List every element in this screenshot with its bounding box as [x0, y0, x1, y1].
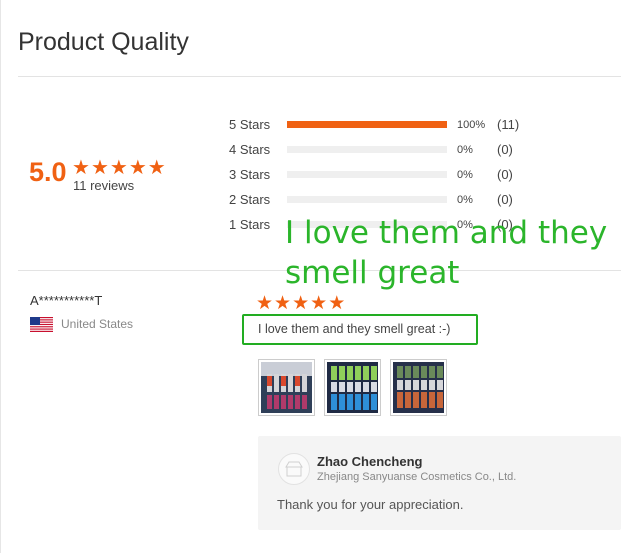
histogram-count: (11): [497, 117, 520, 132]
histogram-percent: 0%: [457, 169, 473, 181]
seller-company: Zhejiang Sanyuanse Cosmetics Co., Ltd.: [317, 471, 517, 483]
star-icon: ★: [147, 157, 166, 179]
reply-text: Thank you for your appreciation.: [277, 497, 464, 512]
section-title: Product Quality: [18, 28, 189, 56]
histogram-label: 2 Stars: [229, 192, 271, 207]
review-text: I love them and they smell great :-): [258, 322, 451, 336]
histogram-bar: [287, 196, 447, 203]
star-icon: ★: [328, 293, 346, 314]
star-icon: ★: [72, 157, 90, 179]
star-icon: ★: [90, 157, 109, 179]
star-icon: ★: [310, 293, 328, 314]
histogram-bar: [287, 171, 447, 178]
reviewer-name: A***********T: [30, 293, 103, 308]
review-photo[interactable]: [324, 359, 381, 416]
review-photo[interactable]: [390, 359, 447, 416]
divider: [18, 76, 621, 77]
histogram-row[interactable]: 2 Stars 0% (0): [229, 192, 549, 208]
histogram-label: 4 Stars: [229, 142, 271, 157]
review-text-highlight: I love them and they smell great :-): [242, 314, 478, 345]
histogram-percent: 0%: [457, 144, 473, 156]
histogram-row[interactable]: 3 Stars 0% (0): [229, 167, 549, 183]
reviewer-country: United States: [61, 317, 134, 331]
lip-gloss-photo: [327, 362, 378, 413]
summary-star-rating: ★ ★ ★ ★ ★: [72, 155, 166, 180]
histogram-count: (0): [497, 192, 513, 207]
overlay-caption: I love them and they smell great: [285, 215, 608, 291]
review-photo[interactable]: [258, 359, 315, 416]
star-icon: ★: [109, 157, 128, 179]
histogram-row[interactable]: 5 Stars 100% (11): [229, 117, 549, 133]
histogram-fill: [287, 121, 447, 128]
histogram-label: 3 Stars: [229, 167, 271, 182]
review-star-rating: ★ ★ ★ ★ ★: [256, 292, 345, 315]
reviews-count: 11 reviews: [73, 178, 135, 193]
histogram-label: 1 Stars: [229, 217, 271, 232]
seller-reply: Zhao Chencheng Zhejiang Sanyuanse Cosmet…: [258, 436, 621, 530]
histogram-count: (0): [497, 167, 513, 182]
lip-gloss-photo: [261, 362, 312, 413]
star-icon: ★: [292, 293, 310, 314]
seller-name: Zhao Chencheng: [317, 454, 423, 469]
seller-logo-icon: [278, 453, 310, 485]
histogram-bar: [287, 121, 447, 128]
left-border: [0, 0, 1, 553]
star-icon: ★: [274, 293, 292, 314]
lip-gloss-photo: [393, 362, 444, 413]
store-icon: [285, 461, 303, 477]
star-icon: ★: [128, 157, 147, 179]
histogram-row[interactable]: 4 Stars 0% (0): [229, 142, 549, 158]
histogram-count: (0): [497, 142, 513, 157]
histogram-bar: [287, 146, 447, 153]
us-flag-icon: [30, 317, 53, 332]
star-icon: ★: [256, 293, 274, 314]
histogram-percent: 0%: [457, 194, 473, 206]
histogram-percent: 100%: [457, 119, 486, 131]
average-score: 5.0: [29, 157, 67, 187]
histogram-label: 5 Stars: [229, 117, 271, 132]
